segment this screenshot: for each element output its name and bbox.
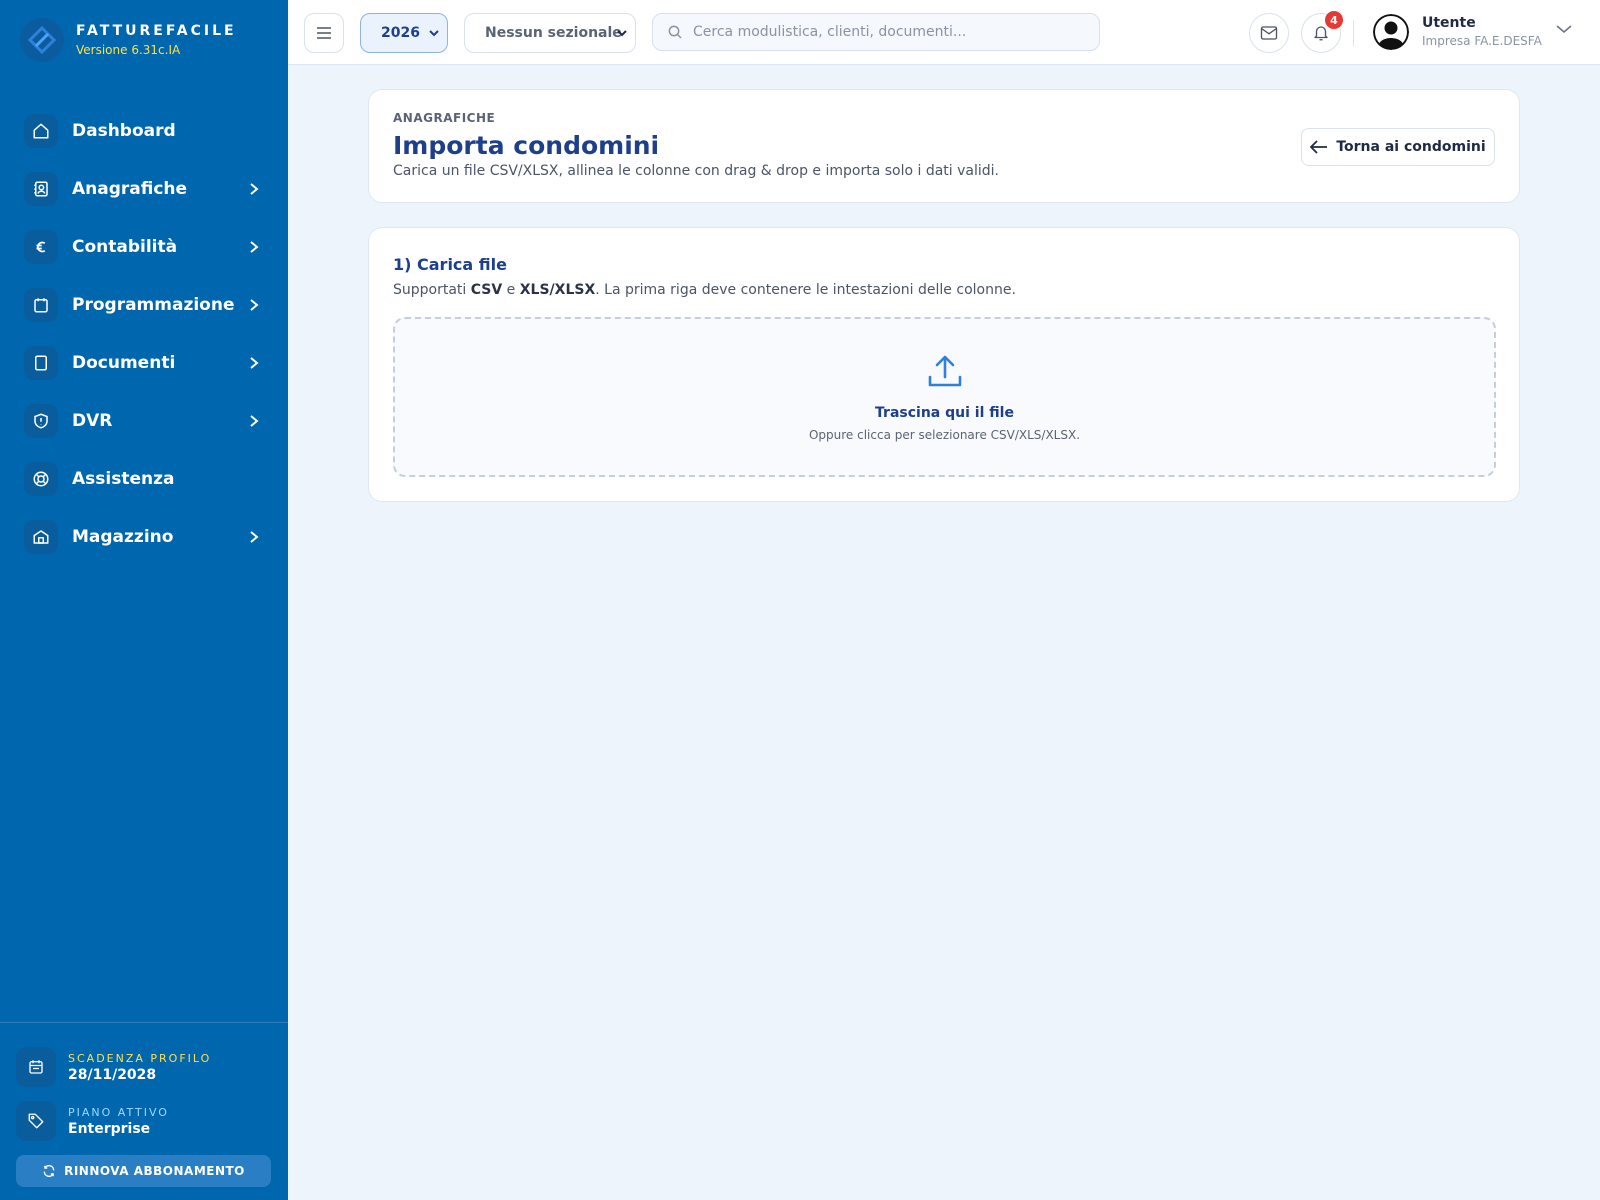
tag-icon <box>16 1101 56 1141</box>
sidebar-item-label: Assistenza <box>72 469 175 489</box>
dropzone-hint: Oppure clicca per selezionare CSV/XLS/XL… <box>808 428 1081 442</box>
brand-version: Versione 6.31c.IA <box>76 43 181 57</box>
sidebar-item-label: DVR <box>72 411 113 431</box>
sidebar: FATTUREFACILE Versione 6.31c.IA Dashboar… <box>0 0 288 1200</box>
sidebar-item-dvr[interactable]: DVR <box>24 392 264 450</box>
sidebar-item-label: Programmazione <box>72 295 235 315</box>
sidebar-item-documenti[interactable]: Documenti <box>24 334 264 392</box>
document-icon <box>24 346 58 380</box>
sidebar-item-label: Dashboard <box>72 121 176 141</box>
file-dropzone[interactable]: Trascina qui il file Oppure clicca per s… <box>393 317 1496 477</box>
notifications-button[interactable]: 4 <box>1301 11 1343 53</box>
sidebar-item-anagrafiche[interactable]: Anagrafiche <box>24 160 264 218</box>
page-title: Importa condomini <box>393 131 660 160</box>
sidebar-item-programmazione[interactable]: Programmazione <box>24 276 264 334</box>
chevron-down-icon <box>429 30 439 37</box>
user-company: Impresa FA.E.DESFA <box>1422 34 1542 48</box>
avatar[interactable] <box>1373 14 1409 50</box>
hamburger-icon <box>317 27 331 39</box>
page-header-card: ANAGRAFICHE Importa condomini Carica un … <box>368 89 1520 203</box>
breadcrumb: ANAGRAFICHE <box>393 111 496 125</box>
desc-xls: XLS/XLSX <box>519 282 596 298</box>
euro-icon <box>24 230 58 264</box>
step-title: 1) Carica file <box>393 255 507 274</box>
back-label: Torna ai condomini <box>1336 139 1486 155</box>
plan-value: Enterprise <box>68 1120 151 1137</box>
expiry-label: SCADENZA PROFILO <box>68 1051 212 1065</box>
sezionale-value: Nessun sezionale <box>485 25 622 41</box>
home-icon <box>24 114 58 148</box>
step-description: Supportati CSV e XLS/XLSX. La prima riga… <box>393 282 1016 298</box>
plan-label: PIANO ATTIVO <box>68 1105 169 1119</box>
year-select[interactable]: 2026 <box>360 13 448 53</box>
refresh-icon <box>43 1164 55 1178</box>
search-box <box>652 13 1100 51</box>
profile-expiry: SCADENZA PROFILO 28/11/2028 <box>16 1047 272 1087</box>
sezionale-select[interactable]: Nessun sezionale <box>464 13 636 53</box>
upload-card: 1) Carica file Supportati CSV e XLS/XLSX… <box>368 227 1520 502</box>
upload-icon <box>928 355 962 387</box>
sidebar-item-label: Documenti <box>72 353 176 373</box>
chevron-right-icon <box>244 356 264 370</box>
desc-csv: CSV <box>470 282 503 298</box>
brand-logo-icon <box>20 18 64 62</box>
brand-name: FATTUREFACILE <box>76 23 237 39</box>
renew-subscription-button[interactable]: RINNOVA ABBONAMENTO <box>16 1155 271 1187</box>
year-value: 2026 <box>381 25 420 41</box>
sidebar-footer: SCADENZA PROFILO 28/11/2028 PIANO ATTIVO… <box>0 1022 288 1187</box>
active-plan: PIANO ATTIVO Enterprise <box>16 1101 272 1141</box>
sidebar-item-dashboard[interactable]: Dashboard <box>24 102 264 160</box>
chevron-right-icon <box>244 530 264 544</box>
sidebar-item-label: Anagrafiche <box>72 179 188 199</box>
search-input[interactable] <box>693 24 1073 40</box>
desc-and: e <box>502 282 520 298</box>
shield-icon <box>24 404 58 438</box>
user-name[interactable]: Utente <box>1422 15 1476 31</box>
sidebar-item-contabilita[interactable]: Contabilità <box>24 218 264 276</box>
topbar: 2026 Nessun sezionale 4 Utente Impresa F… <box>288 0 1600 65</box>
desc-prefix: Supportati <box>393 282 471 298</box>
page-subtitle: Carica un file CSV/XLSX, allinea le colo… <box>393 163 999 179</box>
calendar-icon <box>24 288 58 322</box>
renew-label: RINNOVA ABBONAMENTO <box>64 1164 245 1178</box>
sidebar-item-label: Contabilità <box>72 237 178 257</box>
expiry-value: 28/11/2028 <box>68 1066 157 1083</box>
sidebar-item-assistenza[interactable]: Assistenza <box>24 450 264 508</box>
back-to-condomini-button[interactable]: Torna ai condomini <box>1301 128 1495 166</box>
sidebar-nav: Dashboard Anagrafiche Contabilità Progra… <box>24 102 264 566</box>
menu-toggle-button[interactable] <box>304 13 344 53</box>
brand[interactable]: FATTUREFACILE Versione 6.31c.IA <box>20 18 237 62</box>
divider <box>1353 20 1354 46</box>
sidebar-item-magazzino[interactable]: Magazzino <box>24 508 264 566</box>
desc-suffix: . La prima riga deve contenere le intest… <box>595 282 1016 298</box>
lifebuoy-icon <box>24 462 58 496</box>
contacts-icon <box>24 172 58 206</box>
chevron-right-icon <box>244 298 264 312</box>
chevron-down-icon <box>617 30 627 37</box>
chevron-right-icon <box>244 414 264 428</box>
warehouse-icon <box>24 520 58 554</box>
search-icon <box>668 25 682 39</box>
chevron-right-icon <box>244 240 264 254</box>
messages-button[interactable] <box>1249 13 1289 53</box>
notifications-badge: 4 <box>1325 11 1343 29</box>
dropzone-title: Trascina qui il file <box>875 405 1014 421</box>
arrow-left-icon <box>1310 140 1328 154</box>
calendar-icon <box>16 1047 56 1087</box>
chevron-right-icon <box>244 182 264 196</box>
sidebar-item-label: Magazzino <box>72 527 174 547</box>
mail-icon <box>1260 26 1278 40</box>
chevron-down-icon[interactable] <box>1556 24 1572 34</box>
